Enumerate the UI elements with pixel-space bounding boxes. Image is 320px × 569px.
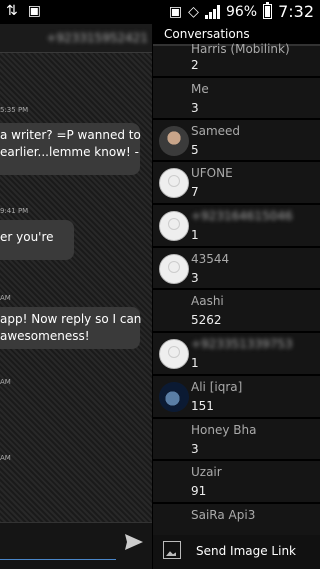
- send-image-link-button[interactable]: Send Image Link: [153, 535, 320, 569]
- conversation-item-number-2[interactable]: +923351339753 1: [153, 333, 320, 376]
- conversation-item-uzair[interactable]: Uzair 91: [153, 461, 320, 504]
- message-thread: +923315952421 5:35 PM a writer? =P wanne…: [0, 24, 152, 569]
- message-count: 91: [191, 484, 207, 498]
- wifi-icon: ◇: [188, 3, 199, 20]
- conversation-name: Harris (Mobilink): [191, 42, 290, 56]
- message-count: 2: [191, 58, 199, 72]
- clock: 7:32: [278, 2, 314, 21]
- conversation-item-43544[interactable]: 43544 3: [153, 248, 320, 290]
- message-bubble[interactable]: app! Now reply so I can awesomeness!: [0, 307, 142, 349]
- message-count: 1: [191, 228, 199, 242]
- conversation-name: Ali [iqra]: [191, 380, 243, 394]
- conversation-name: Honey Bha: [191, 423, 257, 437]
- message-count: 1: [191, 356, 199, 370]
- message-text: app! Now reply so I can: [0, 312, 142, 326]
- message-timestamp: AM: [0, 454, 11, 462]
- contact-number: +923315952421: [46, 31, 148, 45]
- avatar-placeholder-icon: [159, 339, 189, 369]
- conversation-name: +923351339753: [191, 337, 293, 351]
- message-input[interactable]: [0, 533, 116, 560]
- message-count: 151: [191, 399, 214, 413]
- conversation-item-harris[interactable]: Harris (Mobilink) 2: [153, 38, 320, 78]
- usb-icon: ⇅: [6, 3, 18, 19]
- message-timestamp: 5:35 PM: [0, 106, 29, 114]
- conversation-name: 43544: [191, 252, 230, 266]
- message-count: 3: [191, 442, 199, 456]
- conversation-item-ufone[interactable]: UFONE 7: [153, 162, 320, 205]
- avatar: [159, 382, 189, 412]
- conversation-item-sameed[interactable]: Sameed 5: [153, 120, 320, 162]
- conversation-item-number-1[interactable]: +923164615046 1: [153, 205, 320, 248]
- message-bubble[interactable]: a writer? =P wanned to earlier...lemme k…: [0, 123, 141, 175]
- avatar-placeholder-icon: [159, 211, 189, 241]
- message-timestamp: AM: [0, 378, 11, 386]
- battery-icon: [263, 2, 273, 19]
- message-count: 3: [191, 271, 199, 285]
- conversation-name: Me: [191, 82, 209, 96]
- conversation-item-honey[interactable]: Honey Bha 3: [153, 419, 320, 461]
- conversation-item-aashi[interactable]: Aashi 5262: [153, 290, 320, 333]
- conversation-item-ali[interactable]: Ali [iqra] 151: [153, 376, 320, 419]
- conversation-name: +923164615046: [191, 209, 293, 223]
- conversation-name: Aashi: [191, 294, 224, 308]
- conversation-name: Uzair: [191, 465, 222, 479]
- conversation-name: UFONE: [191, 166, 233, 180]
- avatar-placeholder-icon: [159, 168, 189, 198]
- conversation-name: SaiRa Api3: [191, 508, 256, 522]
- conversation-item-saira[interactable]: SaiRa Api3: [153, 504, 320, 535]
- send-icon[interactable]: [124, 532, 144, 552]
- conversations-panel: Conversations Harris (Mobilink) 2 Me 3 S…: [152, 24, 320, 569]
- message-text: awesomeness!: [0, 329, 90, 343]
- message-count: 5262: [191, 313, 222, 327]
- avatar: [159, 126, 189, 156]
- conversation-item-me[interactable]: Me 3: [153, 78, 320, 120]
- battery-percent: 96%: [225, 3, 258, 20]
- thread-header: +923315952421: [0, 24, 152, 53]
- status-bar: ⇅ ▣ ▣ ◇ 96% 7:32: [0, 0, 320, 24]
- message-timestamp: AM: [0, 294, 11, 302]
- message-count: 3: [191, 101, 199, 115]
- vibrate-icon: ▣: [168, 3, 183, 20]
- compose-bar: [0, 522, 152, 569]
- message-text: a writer? =P wanned to: [0, 128, 141, 142]
- signal-icon: [204, 4, 220, 19]
- conversation-name: Sameed: [191, 124, 241, 138]
- download-icon: ▣: [27, 3, 41, 19]
- message-count: 7: [191, 185, 199, 199]
- avatar-placeholder-icon: [159, 254, 189, 284]
- message-text: earlier...lemme know! -: [0, 145, 139, 159]
- message-count: 5: [191, 143, 199, 157]
- image-icon: [163, 541, 181, 559]
- message-text: er you're: [0, 230, 54, 244]
- message-timestamp: 9:41 PM: [0, 207, 29, 215]
- message-bubble[interactable]: er you're: [0, 220, 74, 260]
- send-image-link-label: Send Image Link: [196, 544, 297, 558]
